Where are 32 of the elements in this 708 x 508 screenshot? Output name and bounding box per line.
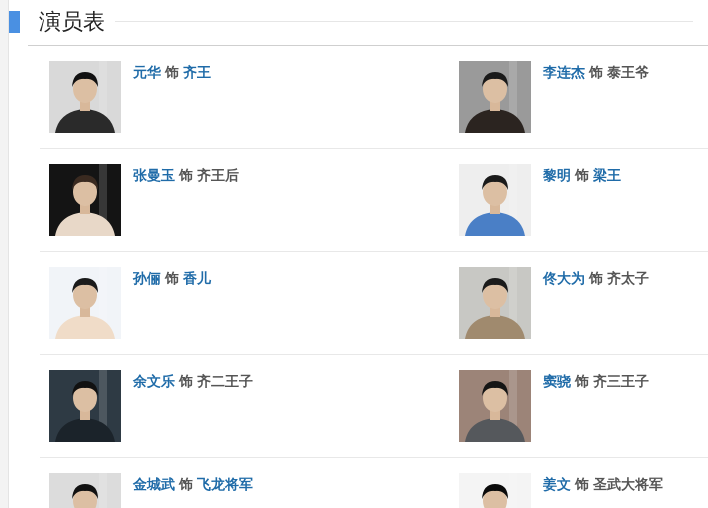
role-name: 齐三王子 [593, 372, 649, 391]
role-connector: 饰 [179, 372, 193, 391]
actor-link[interactable]: 余文乐 [133, 371, 175, 392]
actor-link[interactable]: 姜文 [543, 474, 571, 495]
actor-link[interactable]: 孙俪 [133, 268, 161, 289]
role-link[interactable]: 梁王 [593, 165, 621, 186]
role-name: 圣武大将军 [593, 475, 663, 494]
role-name: 泰王爷 [607, 63, 649, 82]
role-link[interactable]: 飞龙将军 [197, 474, 253, 495]
actor-link[interactable]: 李连杰 [543, 62, 585, 83]
role-connector: 饰 [179, 475, 193, 494]
actor-link[interactable]: 窦骁 [543, 371, 571, 392]
role-link[interactable]: 香儿 [183, 268, 211, 289]
role-name: 齐太子 [607, 269, 649, 288]
actor-link[interactable]: 金城武 [133, 474, 175, 495]
role-connector: 饰 [575, 166, 589, 185]
actor-link[interactable]: 佟大为 [543, 268, 585, 289]
section-title: 演员表 [39, 10, 105, 32]
role-connector: 饰 [589, 63, 603, 82]
role-connector: 饰 [165, 269, 179, 288]
actor-link[interactable]: 张曼玉 [133, 165, 175, 186]
role-link[interactable]: 齐王 [183, 62, 211, 83]
role-connector: 饰 [575, 475, 589, 494]
actor-link[interactable]: 黎明 [543, 165, 571, 186]
role-connector: 饰 [589, 269, 603, 288]
role-name: 齐二王子 [197, 372, 253, 391]
role-connector: 饰 [165, 63, 179, 82]
section-marker [9, 10, 20, 32]
role-connector: 饰 [575, 372, 589, 391]
role-name: 齐王后 [197, 166, 239, 185]
actor-link[interactable]: 元华 [133, 62, 161, 83]
role-connector: 饰 [179, 166, 193, 185]
